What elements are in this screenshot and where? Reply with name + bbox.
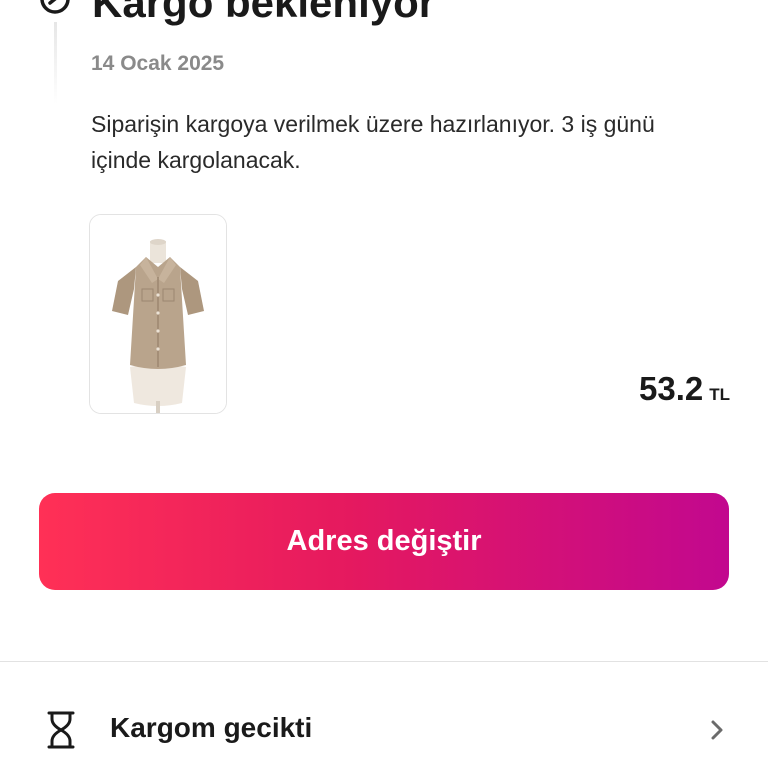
order-status-page: Kargo bekleniyor 14 Ocak 2025 Siparişin … bbox=[0, 0, 768, 768]
product-price: 53.2 TL bbox=[639, 370, 730, 408]
price-currency: TL bbox=[709, 385, 730, 404]
hourglass-icon bbox=[47, 711, 75, 749]
change-address-button[interactable]: Adres değiştir bbox=[39, 493, 729, 590]
product-image[interactable] bbox=[89, 214, 227, 414]
list-item-delayed-shipment[interactable]: Kargom gecikti bbox=[0, 662, 768, 768]
shirt-on-mannequin-image bbox=[90, 215, 226, 413]
status-description: Siparişin kargoya verilmek üzere hazırla… bbox=[91, 111, 655, 173]
clock-icon bbox=[40, 0, 70, 14]
status-date: 14 Ocak 2025 bbox=[91, 52, 225, 75]
price-amount: 53.2 bbox=[638, 370, 704, 407]
list-item-label: Kargom gecikti bbox=[110, 712, 313, 743]
status-title: Kargo bekleniyor bbox=[92, 0, 436, 26]
chevron-right-icon bbox=[711, 720, 723, 740]
timeline-line bbox=[54, 22, 57, 104]
